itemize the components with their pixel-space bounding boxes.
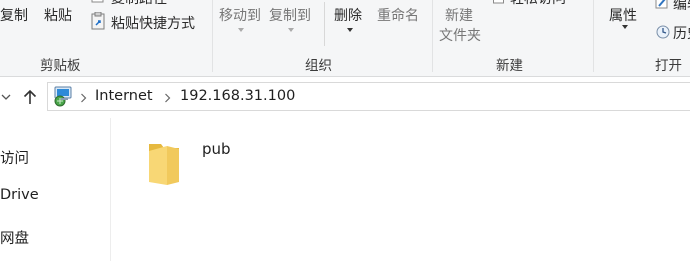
nav-item-onedrive[interactable]: Drive [0, 187, 39, 203]
open-group-label: 打开 [655, 58, 682, 74]
new-folder-button-line2[interactable]: 文件夹 [439, 25, 481, 45]
easy-access-icon [493, 0, 504, 4]
address-bar[interactable]: Internet 192.168.31.100 [47, 82, 690, 111]
ribbon: 复制 粘贴 复制路径 粘贴快捷方式 剪贴板 移动到 复制到 删除 重命名 组织 … [0, 0, 690, 77]
file-list: pub [111, 118, 690, 261]
breadcrumb-item-internet[interactable]: Internet [95, 88, 153, 104]
nav-item-quick-access[interactable]: 访问 [0, 147, 29, 168]
arrow-up-icon [23, 89, 37, 104]
folder-icon [149, 144, 179, 185]
history-button[interactable]: 历史 [673, 23, 690, 43]
clipboard-group-label: 剪贴板 [40, 58, 81, 74]
clipboard-group: 复制 粘贴 复制路径 粘贴快捷方式 剪贴板 [0, 0, 212, 76]
address-row: Internet 192.168.31.100 [0, 77, 690, 118]
network-location-icon [54, 86, 72, 107]
breadcrumb-item-host[interactable]: 192.168.31.100 [180, 88, 295, 104]
delete-dropdown-icon [347, 28, 353, 32]
move-to-dropdown-icon [238, 28, 244, 32]
organize-group-label: 组织 [305, 58, 332, 74]
properties-button[interactable]: 属性 [609, 5, 637, 25]
paste-shortcut-button[interactable]: 粘贴快捷方式 [111, 13, 195, 33]
delete-button[interactable]: 删除 [334, 5, 362, 25]
new-folder-button-line1[interactable]: 新建 [445, 5, 473, 25]
chevron-down-icon [1, 94, 11, 100]
recent-locations-button[interactable] [0, 86, 12, 108]
copy-path-icon [91, 0, 104, 3]
paste-button[interactable]: 粘贴 [44, 5, 72, 25]
breadcrumb-chevron-icon [165, 93, 171, 103]
rename-button[interactable]: 重命名 [377, 5, 419, 25]
move-to-button[interactable]: 移动到 [219, 5, 261, 25]
properties-dropdown-icon [622, 25, 628, 29]
edit-icon [655, 0, 668, 9]
open-group: 属性 编辑 历史 打开 [594, 0, 690, 76]
paste-shortcut-icon [91, 12, 105, 30]
new-group-label: 新建 [496, 58, 523, 74]
organize-inner-separator [324, 2, 325, 46]
copy-to-dropdown-icon [288, 28, 294, 32]
new-group: 新建 文件夹 轻松访问 新建 [433, 0, 593, 76]
nav-item-netdisk[interactable]: 网盘 [0, 227, 29, 248]
edit-button[interactable]: 编辑 [673, 0, 690, 14]
up-button[interactable] [19, 86, 41, 108]
easy-access-button[interactable]: 轻松访问 [510, 0, 566, 8]
copy-button[interactable]: 复制 [0, 5, 28, 25]
copy-path-button[interactable]: 复制路径 [111, 0, 167, 8]
file-name: pub [202, 140, 231, 158]
history-icon [656, 25, 670, 39]
breadcrumb-chevron-icon [81, 93, 87, 103]
navigation-pane: 访问 Drive 网盘 [0, 118, 111, 261]
organize-group: 移动到 复制到 删除 重命名 组织 [213, 0, 432, 76]
copy-to-button[interactable]: 复制到 [269, 5, 311, 25]
